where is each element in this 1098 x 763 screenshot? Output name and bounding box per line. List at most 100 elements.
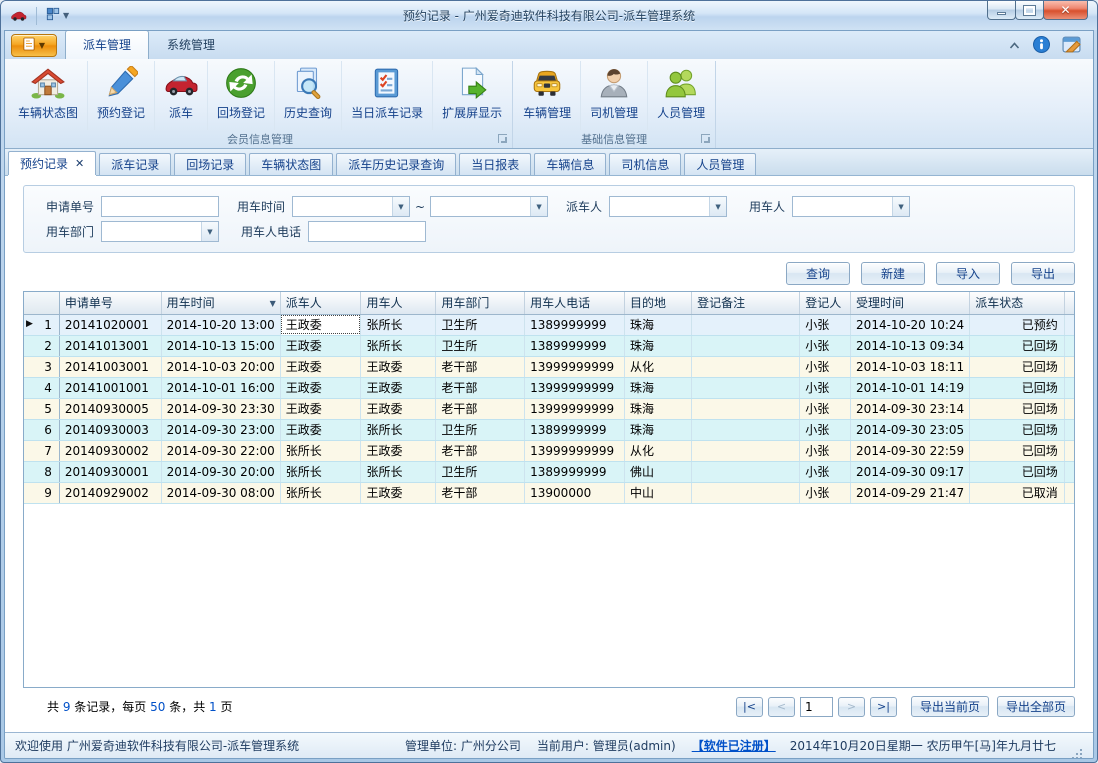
filter-arrow-icon[interactable]: ▼	[270, 299, 276, 308]
row-selector[interactable]: 9	[24, 482, 59, 503]
row-selector[interactable]: ▶1	[24, 314, 59, 335]
cell-car_user[interactable]: 张所长	[361, 314, 436, 335]
doc-tab-vehicle-info[interactable]: 车辆信息	[534, 153, 606, 175]
ribbon-button-dispatch-car[interactable]: 派车	[155, 61, 208, 130]
cell-use_time[interactable]: 2014-10-01 16:00	[161, 377, 280, 398]
ribbon-button-extended-screen[interactable]: 扩展屏显示	[433, 61, 511, 130]
skin-icon[interactable]	[1062, 36, 1081, 56]
use-time-from-combo[interactable]: ▼	[292, 196, 410, 217]
close-tab-icon[interactable]: ✕	[75, 158, 84, 169]
row-selector[interactable]: 6	[24, 419, 59, 440]
car-user-combo[interactable]: ▼	[792, 196, 910, 217]
row-selector[interactable]: 7	[24, 440, 59, 461]
cell-department[interactable]: 老干部	[436, 398, 525, 419]
cell-user_phone[interactable]: 13999999999	[525, 377, 625, 398]
department-combo[interactable]: ▼	[101, 221, 219, 242]
cell-use_time[interactable]: 2014-09-30 23:00	[161, 419, 280, 440]
cell-dispatcher[interactable]: 王政委	[280, 419, 361, 440]
cell-registrar[interactable]: 小张	[800, 314, 851, 335]
ribbon-button-vehicle-management[interactable]: 车辆管理	[514, 61, 581, 130]
cell-car_user[interactable]: 王政委	[361, 440, 436, 461]
cell-use_time[interactable]: 2014-10-03 20:00	[161, 356, 280, 377]
cell-status[interactable]: 已回场	[970, 377, 1065, 398]
license-status-link[interactable]: 【软件已注册】	[692, 737, 776, 754]
column-header-request_no[interactable]: 申请单号	[59, 292, 161, 314]
cell-remark[interactable]	[692, 314, 800, 335]
cell-status[interactable]: 已回场	[970, 356, 1065, 377]
cell-remark[interactable]	[692, 377, 800, 398]
new-button[interactable]: 新建	[861, 262, 925, 285]
chevron-down-icon[interactable]: ▼	[892, 197, 909, 216]
cell-car_user[interactable]: 王政委	[361, 398, 436, 419]
cell-accept_time[interactable]: 2014-09-30 23:05	[851, 419, 970, 440]
doc-tab-daily-report[interactable]: 当日报表	[459, 153, 531, 175]
column-header-remark[interactable]: 登记备注	[692, 292, 800, 314]
cell-remark[interactable]	[692, 335, 800, 356]
row-selector[interactable]: 2	[24, 335, 59, 356]
export-current-page-button[interactable]: 导出当前页	[911, 696, 989, 717]
minimize-button[interactable]	[987, 1, 1016, 20]
cell-department[interactable]: 老干部	[436, 356, 525, 377]
cell-department[interactable]: 卫生所	[436, 419, 525, 440]
chevron-down-icon[interactable]: ▼	[530, 197, 547, 216]
cell-accept_time[interactable]: 2014-10-01 14:19	[851, 377, 970, 398]
query-button[interactable]: 查询	[786, 262, 850, 285]
cell-request_no[interactable]: 20141003001	[59, 356, 161, 377]
cell-registrar[interactable]: 小张	[800, 356, 851, 377]
cell-user_phone[interactable]: 1389999999	[525, 461, 625, 482]
import-button[interactable]: 导入	[936, 262, 1000, 285]
ribbon-button-driver-management[interactable]: 司机管理	[581, 61, 648, 130]
doc-tab-dispatch-history-query[interactable]: 派车历史记录查询	[336, 153, 456, 175]
cell-destination[interactable]: 从化	[624, 356, 691, 377]
cell-accept_time[interactable]: 2014-10-13 09:34	[851, 335, 970, 356]
cell-status[interactable]: 已取消	[970, 482, 1065, 503]
cell-dispatcher[interactable]: 王政委	[280, 314, 361, 335]
ribbon-tab-dispatch-management[interactable]: 派车管理	[65, 30, 149, 59]
cell-remark[interactable]	[692, 461, 800, 482]
doc-tab-dispatch-records[interactable]: 派车记录	[99, 153, 171, 175]
cell-dispatcher[interactable]: 王政委	[280, 398, 361, 419]
cell-registrar[interactable]: 小张	[800, 419, 851, 440]
cell-dispatcher[interactable]: 王政委	[280, 377, 361, 398]
cell-request_no[interactable]: 20141020001	[59, 314, 161, 335]
info-icon[interactable]	[1033, 36, 1050, 56]
table-row[interactable]: 8201409300012014-09-30 20:00张所长张所长卫生所138…	[24, 461, 1074, 482]
cell-use_time[interactable]: 2014-09-30 22:00	[161, 440, 280, 461]
table-row[interactable]: 3201410030012014-10-03 20:00王政委王政委老干部139…	[24, 356, 1074, 377]
cell-department[interactable]: 卫生所	[436, 314, 525, 335]
cell-destination[interactable]: 中山	[624, 482, 691, 503]
ribbon-button-personnel-management[interactable]: 人员管理	[648, 61, 714, 130]
dialog-launcher-icon[interactable]	[498, 134, 507, 143]
ribbon-button-return-register[interactable]: 回场登记	[208, 61, 275, 130]
cell-department[interactable]: 老干部	[436, 440, 525, 461]
prev-page-button[interactable]: <	[768, 697, 795, 717]
cell-destination[interactable]: 佛山	[624, 461, 691, 482]
table-row[interactable]: 9201409290022014-09-30 08:00张所长王政委老干部139…	[24, 482, 1074, 503]
cell-dispatcher[interactable]: 张所长	[280, 440, 361, 461]
cell-registrar[interactable]: 小张	[800, 377, 851, 398]
next-page-button[interactable]: >	[838, 697, 865, 717]
column-header-dispatcher[interactable]: 派车人	[280, 292, 361, 314]
doc-tab-driver-info[interactable]: 司机信息	[609, 153, 681, 175]
row-selector[interactable]: 8	[24, 461, 59, 482]
cell-request_no[interactable]: 20140929002	[59, 482, 161, 503]
cell-request_no[interactable]: 20141001001	[59, 377, 161, 398]
cell-car_user[interactable]: 张所长	[361, 335, 436, 356]
ribbon-button-reservation-register[interactable]: 预约登记	[88, 61, 155, 130]
cell-remark[interactable]	[692, 440, 800, 461]
table-row[interactable]: 6201409300032014-09-30 23:00王政委张所长卫生所138…	[24, 419, 1074, 440]
cell-registrar[interactable]: 小张	[800, 398, 851, 419]
table-row[interactable]: 4201410010012014-10-01 16:00王政委王政委老干部139…	[24, 377, 1074, 398]
application-menu-button[interactable]: ▼	[11, 34, 57, 57]
cell-user_phone[interactable]: 1389999999	[525, 419, 625, 440]
cell-car_user[interactable]: 王政委	[361, 482, 436, 503]
collapse-ribbon-icon[interactable]	[1008, 39, 1021, 53]
cell-use_time[interactable]: 2014-10-13 15:00	[161, 335, 280, 356]
cell-status[interactable]: 已回场	[970, 398, 1065, 419]
layout-squares-icon[interactable]	[46, 7, 60, 24]
cell-status[interactable]: 已回场	[970, 440, 1065, 461]
cell-registrar[interactable]: 小张	[800, 482, 851, 503]
cell-request_no[interactable]: 20140930001	[59, 461, 161, 482]
cell-remark[interactable]	[692, 482, 800, 503]
cell-department[interactable]: 卫生所	[436, 335, 525, 356]
